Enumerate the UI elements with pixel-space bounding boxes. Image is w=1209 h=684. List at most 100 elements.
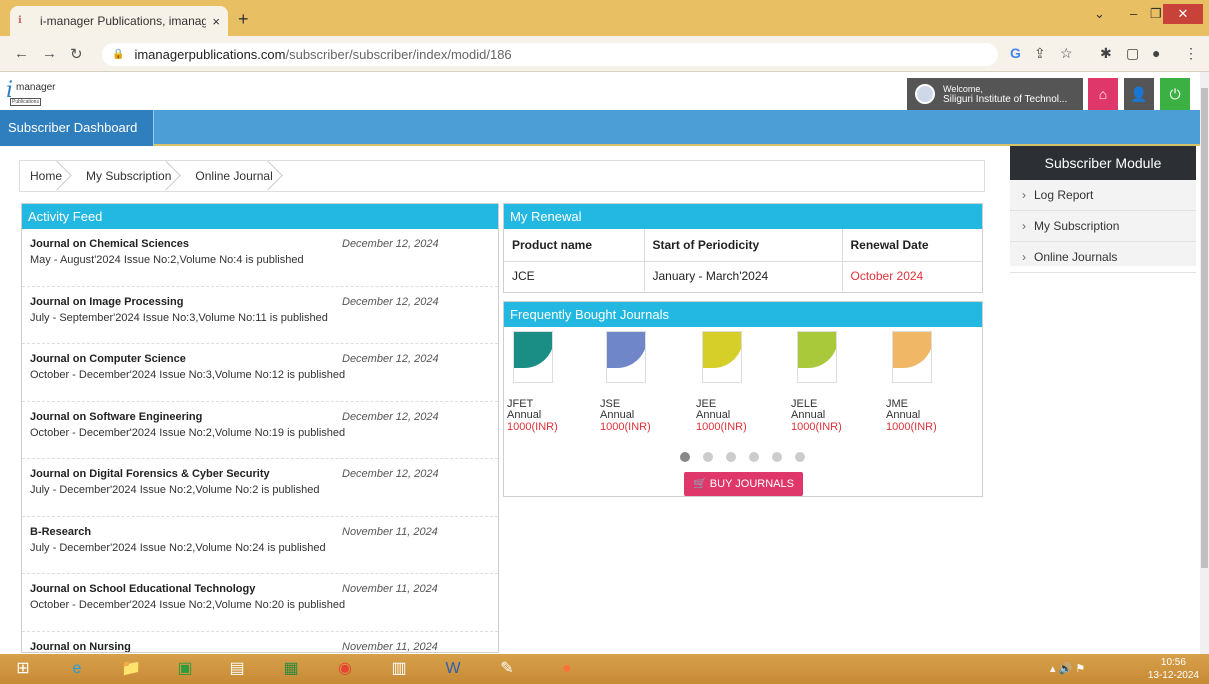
page-scrollbar[interactable] [1200, 72, 1209, 654]
window-close-icon[interactable]: ✕ [1163, 4, 1203, 24]
share-icon[interactable]: ⇪ [1034, 45, 1046, 62]
journal-cover[interactable] [606, 331, 646, 383]
tab-close-icon[interactable]: × [212, 14, 220, 29]
feed-item[interactable]: Journal on Computer Science December 12,… [22, 344, 498, 402]
journal-card[interactable]: JSE Annual 1000(INR) [600, 331, 670, 433]
paint-icon[interactable]: ✎ [492, 657, 522, 681]
buy-journals-button[interactable]: 🛒 BUY JOURNALS [684, 472, 803, 496]
feed-item[interactable]: Journal on School Educational Technology… [22, 574, 498, 632]
activity-feed-title: Activity Feed [22, 204, 498, 229]
feed-item[interactable]: Journal on Nursing November 11, 2024 [22, 632, 498, 653]
reload-icon[interactable]: ↻ [70, 45, 83, 63]
app-window-icon[interactable]: ▤ [222, 657, 252, 681]
feed-item[interactable]: Journal on Image Processing December 12,… [22, 287, 498, 344]
home-icon[interactable]: ⌂ [1088, 78, 1118, 110]
minimize-icon[interactable]: – [1130, 6, 1137, 21]
renewal-table: Product name Start of Periodicity Renewa… [504, 229, 982, 291]
menu-icon[interactable]: ⋮ [1184, 45, 1198, 62]
feed-item-date: November 11, 2024 [342, 583, 438, 595]
extensions-icon[interactable]: ✱ [1100, 45, 1112, 62]
maximize-icon[interactable]: ❐ [1150, 6, 1162, 22]
journal-cover[interactable] [797, 331, 837, 383]
carousel-dot[interactable] [795, 452, 805, 462]
journal-cover[interactable] [513, 331, 553, 383]
system-tray-icons[interactable]: ▴ 🔊 ⚑ [1050, 662, 1085, 675]
side-panel-icon[interactable]: ▢ [1126, 45, 1139, 62]
calculator-icon[interactable]: ▥ [384, 657, 414, 681]
journal-card[interactable]: JFET Annual 1000(INR) [507, 331, 577, 433]
store-icon[interactable]: ▣ [170, 657, 200, 681]
browser-tab[interactable]: ℹ i-manager Publications, imanage × [10, 6, 228, 36]
carousel-dot[interactable] [726, 452, 736, 462]
windows-start-icon[interactable]: ⊞ [8, 657, 38, 681]
sidebar-item-online-journals[interactable]: › Online Journals [1010, 242, 1196, 273]
url-host: imanagerpublications.com [134, 47, 286, 62]
sidebar-item-log-report[interactable]: › Log Report [1010, 180, 1196, 211]
feed-item[interactable]: B-Research November 11, 2024 July - Dece… [22, 517, 498, 574]
breadcrumb: Home My Subscription Online Journal [19, 160, 985, 192]
feed-item-date: December 12, 2024 [342, 238, 439, 250]
lock-icon[interactable]: 🔒 [112, 49, 124, 60]
feed-item-desc: July - September'2024 Issue No:3,Volume … [30, 311, 328, 324]
bookmark-star-icon[interactable]: ☆ [1060, 45, 1073, 62]
carousel-dot[interactable] [703, 452, 713, 462]
journal-price: 1000(INR) [696, 421, 747, 433]
journal-price: 1000(INR) [886, 421, 937, 433]
journal-card[interactable]: JEE Annual 1000(INR) [696, 331, 766, 433]
journal-cover[interactable] [702, 331, 742, 383]
back-icon[interactable]: ← [14, 45, 29, 62]
new-tab-button[interactable]: + [238, 9, 249, 30]
user-icon[interactable]: 👤 [1124, 78, 1154, 110]
url-bar[interactable]: 🔒 imanagerpublications.com/subscriber/su… [102, 43, 998, 66]
sidebar-item-label: My Subscription [1034, 219, 1120, 233]
chevron-right-icon: › [1022, 219, 1026, 233]
clock-time: 10:56 [1160, 657, 1186, 668]
journal-card[interactable]: JELE Annual 1000(INR) [791, 331, 861, 433]
my-renewal-panel: My Renewal Product name Start of Periodi… [503, 203, 983, 293]
breadcrumb-my-subscription[interactable]: My Subscription [76, 161, 185, 191]
welcome-user-box[interactable]: Welcome, Siliguri Institute of Technol..… [907, 78, 1083, 110]
sidebar-item-label: Log Report [1034, 188, 1094, 202]
cell-start: January - March'2024 [644, 261, 843, 291]
file-explorer-icon[interactable]: 📁 [116, 657, 146, 681]
imanager-logo[interactable]: i manager Publications [6, 74, 72, 108]
chrome-icon[interactable]: ◉ [330, 657, 360, 681]
carousel-dot[interactable] [680, 452, 690, 462]
cell-renewal-date: October 2024 [850, 269, 924, 284]
scrollbar-thumb[interactable] [1201, 88, 1208, 568]
carousel-dots [680, 452, 805, 462]
forward-icon[interactable]: → [42, 45, 57, 62]
excel-icon[interactable]: ▦ [276, 657, 306, 681]
feed-item[interactable]: Journal on Digital Forensics & Cyber Sec… [22, 459, 498, 517]
journal-cover[interactable] [892, 331, 932, 383]
feed-item-date: December 12, 2024 [342, 410, 439, 423]
sidebar-item-label: Online Journals [1034, 250, 1118, 264]
taskbar-clock[interactable]: 10:56 13-12-2024 [1148, 656, 1199, 682]
journal-card[interactable]: JME Annual 1000(INR) [886, 331, 956, 433]
google-icon[interactable]: G [1010, 45, 1021, 61]
site-favicon-icon: ℹ [18, 15, 22, 26]
chevron-right-icon: › [1022, 250, 1026, 264]
subscriber-module-sidebar: Subscriber Module › Log Report › My Subscr… [1010, 146, 1196, 273]
carousel-dot[interactable] [749, 452, 759, 462]
breadcrumb-online-journal[interactable]: Online Journal [185, 161, 286, 191]
feed-item-desc: October - December'2024 Issue No:2,Volum… [30, 426, 346, 439]
journal-price: 1000(INR) [791, 421, 842, 433]
profile-icon[interactable]: ● [1152, 45, 1160, 61]
carousel-dot[interactable] [772, 452, 782, 462]
word-icon[interactable]: W [438, 657, 468, 681]
address-toolbar: ← → ↻ 🔒 imanagerpublications.com/subscri… [0, 36, 1209, 72]
logo-subtext: Publications [10, 98, 41, 106]
subscriber-dashboard-link[interactable]: Subscriber Dashboard [0, 110, 154, 146]
feed-item[interactable]: Journal on Chemical Sciences December 12… [22, 229, 498, 287]
journal-carousel: JFET Annual 1000(INR) JSE Annual 1000(IN… [504, 327, 982, 447]
power-icon[interactable]: ⏻ [1160, 78, 1190, 110]
tab-search-icon[interactable]: ⌄ [1094, 6, 1105, 22]
site-header: i manager Publications Welcome, Siliguri… [0, 72, 1200, 110]
feed-item-desc: July - December'2024 Issue No:2,Volume N… [30, 484, 320, 496]
sidebar-item-my-subscription[interactable]: › My Subscription [1010, 211, 1196, 242]
firefox-icon[interactable]: ● [552, 657, 582, 681]
internet-explorer-icon[interactable]: e [62, 657, 92, 681]
feed-item[interactable]: Journal on Software Engineering December… [22, 402, 498, 459]
breadcrumb-home[interactable]: Home [20, 161, 76, 191]
